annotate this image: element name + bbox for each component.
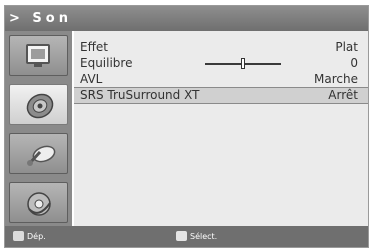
footer-hints: Dép. Sélect. [5,226,368,247]
menu-row-label: AVL [80,72,103,86]
menu-row-label: Effet [80,40,108,54]
menu-row-value: Marche [314,72,358,86]
menu-row-balance[interactable]: Equilibre 0 [74,56,368,71]
sidebar-item-setup[interactable] [9,182,68,223]
menu-row-value: Arrêt [328,88,358,102]
menu-row-effect[interactable]: Effet Plat [74,40,368,55]
satellite-icon [27,145,56,166]
menu-row-label: SRS TruSurround XT [80,88,200,102]
up-down-arrows-icon [13,230,24,241]
balance-slider-knob[interactable] [241,58,245,69]
page-title: > Son [5,6,368,31]
menu-row-avl[interactable]: AVL Marche [74,72,368,87]
menu-row-value: 0 [350,56,358,70]
sidebar-item-sound[interactable] [9,84,68,125]
disc-icon [27,192,51,216]
left-right-arrows-icon [176,230,187,241]
menu-content: Effet Plat Equilibre 0 AVL Marche SRS Tr… [74,31,368,226]
speaker-icon [26,93,54,119]
menu-row-value: Plat [335,40,358,54]
tv-screen-icon [26,44,50,67]
menu-row-label: Equilibre [80,56,133,70]
footer-move-label: Dép. [27,232,46,241]
sidebar [5,31,72,226]
footer-select-hint: Sélect. [176,226,217,247]
sound-menu-panel: > Son Effet Plat Equilibre 0 AVL Marche … [4,5,369,248]
sidebar-item-picture[interactable] [9,35,68,76]
footer-move-hint: Dép. [13,226,46,247]
sidebar-item-channels[interactable] [9,133,68,174]
menu-row-srs-trusurround[interactable]: SRS TruSurround XT Arrêt [74,87,368,104]
footer-select-label: Sélect. [190,232,218,241]
